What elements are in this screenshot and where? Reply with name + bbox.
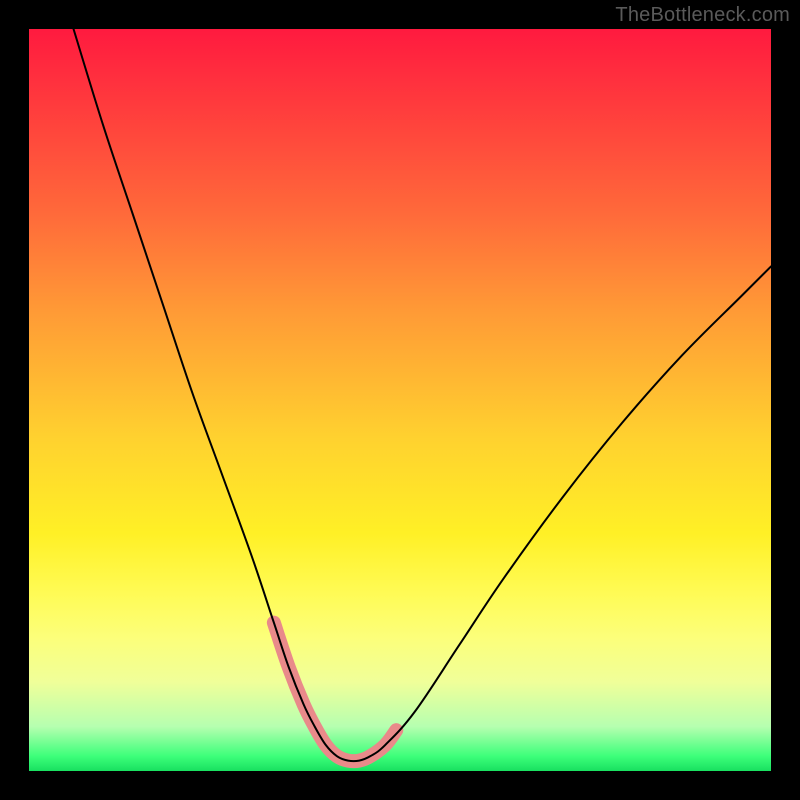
highlight-segment-path [274, 623, 396, 762]
chart-plot-area [29, 29, 771, 771]
chart-svg [29, 29, 771, 771]
bottleneck-curve-path [74, 29, 771, 761]
chart-frame: TheBottleneck.com [0, 0, 800, 800]
watermark-text: TheBottleneck.com [615, 4, 790, 27]
